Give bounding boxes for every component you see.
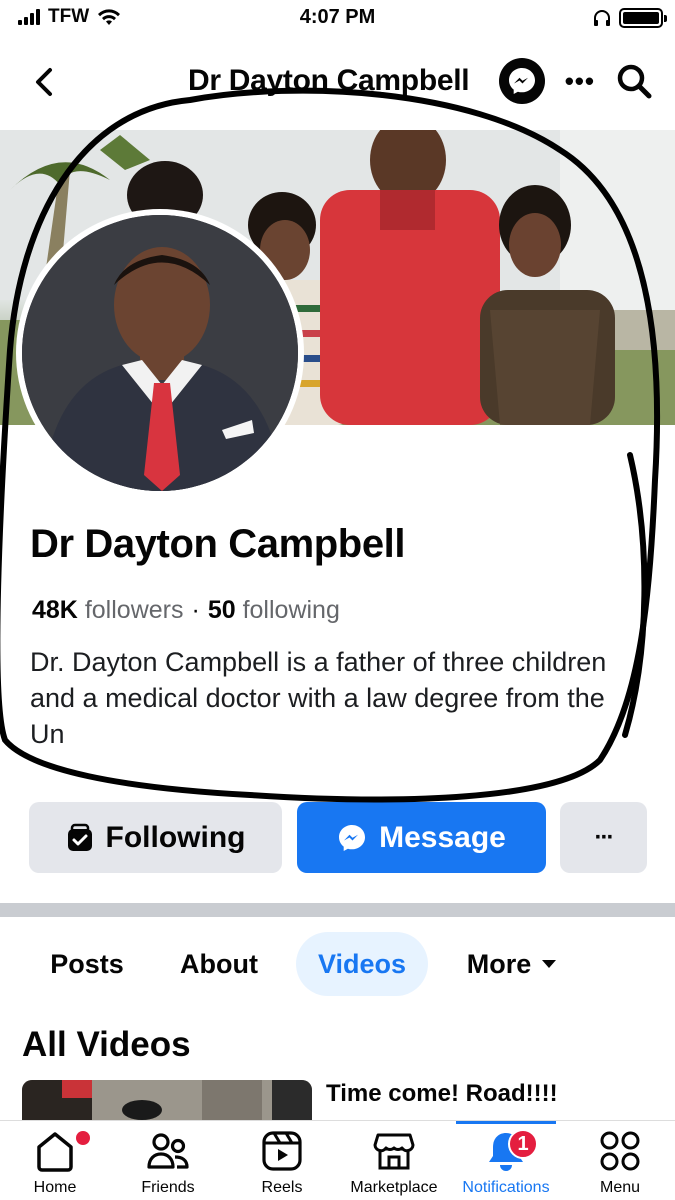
- headphones-icon: [594, 10, 610, 26]
- section-divider: [0, 903, 675, 917]
- more-actions-label: ···: [594, 823, 615, 851]
- bottom-tab-bar: Home Friends Reels Marketplace 1 Notific…: [0, 1120, 675, 1200]
- more-options-button[interactable]: •••: [565, 66, 595, 97]
- profile-bio: Dr. Dayton Campbell is a father of three…: [30, 647, 607, 749]
- page-title: Dr Dayton Campbell: [188, 64, 470, 97]
- following-button[interactable]: Following: [29, 802, 282, 873]
- followers-link[interactable]: 48K followers: [32, 596, 183, 625]
- following-link[interactable]: 50 following: [208, 596, 340, 625]
- friends-icon: [147, 1133, 189, 1169]
- profile-name: Dr Dayton Campbell: [30, 522, 406, 566]
- status-time: 4:07 PM: [299, 6, 376, 28]
- followers-count: 48K: [32, 596, 78, 624]
- profile-tabs: Posts About Videos More: [0, 932, 675, 996]
- tab-label: Videos: [317, 948, 407, 979]
- bottom-tab-menu[interactable]: Menu: [576, 1121, 664, 1200]
- following-label: following: [242, 596, 340, 624]
- tab-videos[interactable]: Videos: [296, 932, 428, 996]
- bottom-tab-label: Home: [33, 1179, 77, 1196]
- status-bar: TFW 4:07 PM: [0, 0, 675, 40]
- messenger-button[interactable]: [498, 58, 545, 104]
- home-icon: [37, 1132, 73, 1172]
- tab-posts[interactable]: Posts: [30, 932, 144, 996]
- bottom-tab-marketplace[interactable]: Marketplace: [346, 1121, 442, 1200]
- reels-icon: [262, 1131, 302, 1171]
- avatar-image: [22, 215, 298, 491]
- more-actions-button[interactable]: ···: [560, 802, 647, 873]
- bottom-tab-label: Menu: [599, 1179, 641, 1196]
- messenger-icon: [508, 68, 535, 94]
- bottom-tab-label: Friends: [141, 1179, 195, 1196]
- bottom-tab-friends[interactable]: Friends: [122, 1121, 214, 1200]
- tab-label: Posts: [50, 948, 124, 979]
- stats-separator: ·: [191, 596, 200, 624]
- bottom-tab-label: Marketplace: [350, 1179, 438, 1196]
- notification-badge: 1: [508, 1129, 538, 1159]
- tab-label: About: [180, 948, 258, 979]
- chevron-left-icon: [36, 68, 52, 96]
- marketplace-icon: [373, 1133, 415, 1170]
- tab-about[interactable]: About: [160, 932, 278, 996]
- bottom-tab-home[interactable]: Home: [10, 1121, 100, 1200]
- caret-down-icon: [542, 960, 557, 968]
- bottom-tab-label: Notifications: [462, 1179, 550, 1196]
- followers-label: followers: [84, 596, 184, 624]
- message-button[interactable]: Message: [297, 802, 546, 873]
- tab-more[interactable]: More: [452, 932, 572, 996]
- following-check-icon: [67, 823, 92, 851]
- bottom-tab-notifications[interactable]: 1 Notifications: [456, 1121, 556, 1200]
- profile-stats: 48K followers · 50 following: [32, 596, 340, 625]
- nav-actions: •••: [498, 58, 653, 104]
- following-button-label: Following: [105, 820, 246, 854]
- home-notification-dot: [76, 1131, 90, 1145]
- menu-grid-icon: [600, 1131, 640, 1171]
- video-title[interactable]: Time come! Road!!!!: [326, 1080, 558, 1108]
- message-button-label: Message: [379, 820, 506, 854]
- tab-label: More: [466, 948, 532, 979]
- profile-avatar[interactable]: [16, 209, 304, 497]
- messenger-icon: [339, 824, 366, 851]
- bottom-tab-label: Reels: [261, 1179, 303, 1196]
- following-count: 50: [207, 596, 236, 624]
- bottom-tab-reels[interactable]: Reels: [236, 1121, 328, 1200]
- battery-icon: [619, 8, 667, 28]
- back-button[interactable]: [26, 64, 62, 100]
- top-nav-bar: Dr Dayton Campbell •••: [0, 52, 675, 112]
- status-right: [593, 8, 667, 28]
- videos-section-title: All Videos: [22, 1025, 191, 1064]
- search-icon[interactable]: [615, 62, 653, 100]
